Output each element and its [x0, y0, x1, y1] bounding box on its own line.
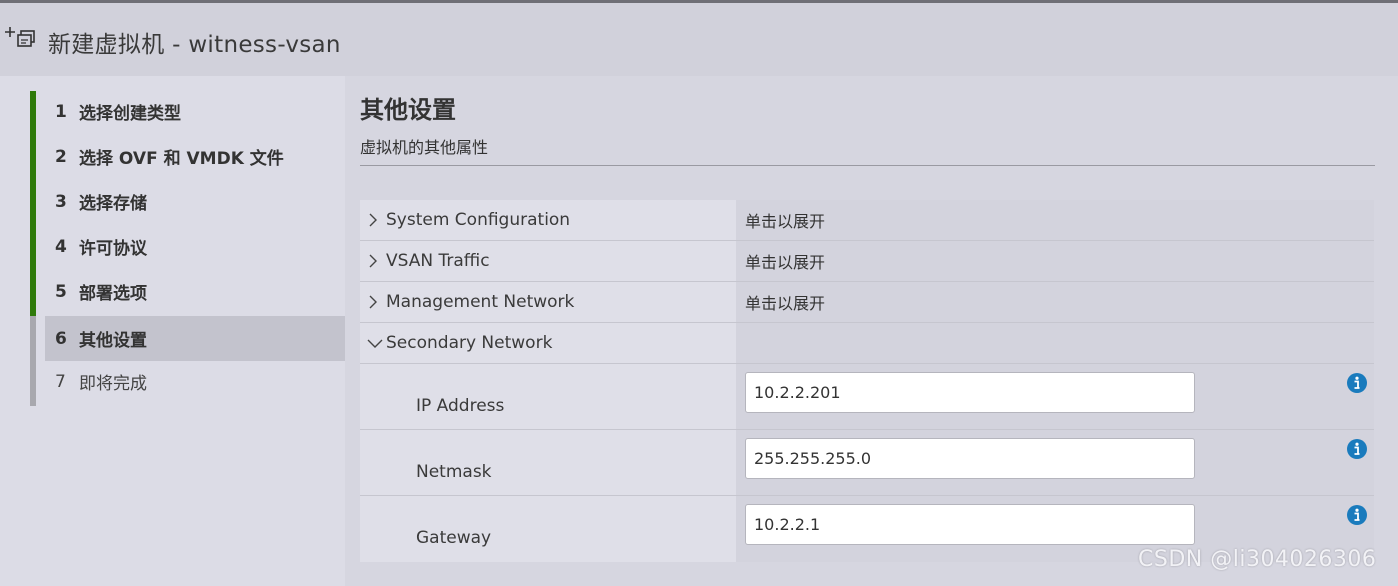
step-label: 许可协议: [79, 239, 147, 259]
group-row-secondary-network[interactable]: Secondary Network: [360, 323, 1374, 364]
group-label: Secondary Network: [386, 333, 553, 353]
step-label: 选择 OVF 和 VMDK 文件: [79, 149, 284, 169]
wizard-step-2[interactable]: 2 选择 OVF 和 VMDK 文件: [45, 134, 345, 179]
gateway-label: Gateway: [416, 528, 492, 548]
group-label: System Configuration: [386, 210, 571, 230]
expand-hint[interactable]: 单击以展开: [745, 282, 825, 322]
group-toggle[interactable]: Management Network: [366, 282, 574, 322]
netmask-input[interactable]: [745, 438, 1195, 479]
group-row-system-configuration[interactable]: System Configuration 单击以展开: [360, 200, 1374, 241]
info-icon[interactable]: [1346, 438, 1368, 460]
chevron-down-icon: [367, 339, 383, 348]
progress-pending-segment: [30, 316, 36, 406]
wizard-step-1[interactable]: 1 选择创建类型: [45, 89, 345, 134]
step-label: 选择创建类型: [79, 104, 181, 124]
step-label: 即将完成: [79, 374, 147, 394]
group-toggle[interactable]: System Configuration: [366, 200, 570, 240]
page-title: 其他设置: [360, 96, 456, 124]
step-number: 1: [55, 101, 67, 122]
dialog-title: 新建虚拟机 - witness-vsan: [48, 32, 341, 58]
wizard-step-4[interactable]: 4 许可协议: [45, 224, 345, 269]
step-number: 6: [55, 328, 67, 349]
step-label: 选择存储: [79, 194, 147, 214]
new-vm-icon: [4, 23, 38, 51]
expand-hint[interactable]: 单击以展开: [745, 200, 825, 240]
wizard-step-7: 7 即将完成: [45, 359, 345, 404]
progress-done-segment: [30, 91, 36, 316]
header-divider: [360, 165, 1375, 166]
page-subtitle: 虚拟机的其他属性: [360, 138, 489, 157]
chevron-right-icon: [369, 254, 377, 268]
chevron-right-icon: [369, 213, 377, 227]
group-row-management-network[interactable]: Management Network 单击以展开: [360, 282, 1374, 323]
wizard-sidebar: 1 选择创建类型 2 选择 OVF 和 VMDK 文件 3 选择存储 4 许可协…: [0, 76, 345, 586]
wizard-step-5[interactable]: 5 部署选项: [45, 269, 345, 314]
info-icon[interactable]: [1346, 504, 1368, 526]
step-number: 7: [55, 371, 66, 392]
step-label: 其他设置: [79, 331, 147, 351]
wizard-step-3[interactable]: 3 选择存储: [45, 179, 345, 224]
ip-address-label: IP Address: [416, 396, 505, 416]
properties-grid: System Configuration 单击以展开 VSAN Traffic …: [360, 200, 1374, 562]
expand-hint[interactable]: 单击以展开: [745, 241, 825, 281]
step-number: 3: [55, 191, 67, 212]
group-label: VSAN Traffic: [386, 251, 490, 271]
chevron-right-icon: [369, 295, 377, 309]
step-number: 5: [55, 281, 67, 302]
group-toggle[interactable]: Secondary Network: [366, 323, 552, 363]
step-number: 4: [55, 236, 67, 257]
step-number: 2: [55, 146, 67, 167]
step-label: 部署选项: [79, 284, 147, 304]
gateway-input[interactable]: [745, 504, 1195, 545]
wizard-progress-bar: [30, 91, 36, 406]
field-row-netmask: Netmask: [360, 430, 1374, 496]
field-row-ip-address: IP Address: [360, 364, 1374, 430]
netmask-label: Netmask: [416, 462, 492, 482]
wizard-step-6-active[interactable]: 6 其他设置: [45, 316, 345, 361]
info-icon[interactable]: [1346, 372, 1368, 394]
main-panel: 其他设置 虚拟机的其他属性 System Configuration 单击以展开…: [345, 76, 1398, 586]
title-bar: 新建虚拟机 - witness-vsan: [0, 3, 1398, 76]
group-row-vsan-traffic[interactable]: VSAN Traffic 单击以展开: [360, 241, 1374, 282]
watermark: CSDN @li304026306: [1138, 547, 1377, 572]
group-toggle[interactable]: VSAN Traffic: [366, 241, 490, 281]
ip-address-input[interactable]: [745, 372, 1195, 413]
group-label: Management Network: [386, 292, 575, 312]
